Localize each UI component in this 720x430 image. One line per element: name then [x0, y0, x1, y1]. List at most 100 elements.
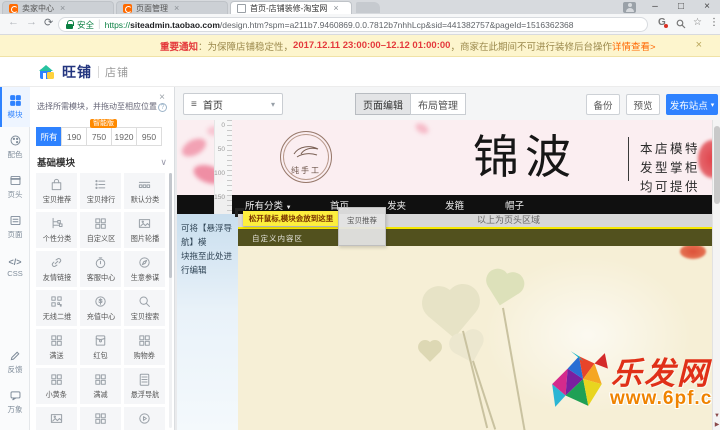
- module-item-14[interactable]: 购物券: [124, 329, 165, 365]
- module-item-8[interactable]: 生意参谋: [124, 251, 165, 287]
- module-item-7[interactable]: 客服中心: [80, 251, 121, 287]
- minimize-button[interactable]: –: [642, 0, 668, 14]
- panel-scrollbar-thumb[interactable]: [169, 173, 172, 278]
- module-item-label: 购物券: [134, 350, 155, 360]
- module-item-1[interactable]: 宝贝排行: [80, 173, 121, 209]
- tab-close-icon[interactable]: ×: [333, 3, 338, 13]
- refresh-icon[interactable]: ⟳: [44, 16, 53, 29]
- grid-icon: [9, 94, 22, 107]
- extension-g-icon[interactable]: G: [658, 17, 666, 28]
- watermark-url: www.6pf.cn: [610, 388, 720, 410]
- module-item-0[interactable]: 宝贝推荐: [36, 173, 77, 209]
- shop-nav-label: 发夹: [387, 201, 406, 212]
- module-item-17[interactable]: 悬浮导航: [124, 368, 165, 404]
- canvas-scrollbar-thumb[interactable]: [714, 126, 720, 204]
- preview-button[interactable]: 预览: [626, 94, 660, 115]
- browser-window: 卖家中心×页面管理×首页-店铺装修-淘宝网× – □ × ← → ⟳ 安全 | …: [0, 0, 720, 430]
- zoom-extension-icon[interactable]: [676, 19, 686, 32]
- sidebar-item-modules[interactable]: 模块: [0, 87, 30, 127]
- sidebar-item-css[interactable]: </>CSS: [0, 247, 30, 287]
- module-item-9[interactable]: 无线二维: [36, 290, 77, 326]
- list-icon: [92, 176, 109, 193]
- pencil-icon: [9, 349, 22, 362]
- compass-icon: [136, 254, 153, 271]
- ruler-label: 50: [213, 146, 225, 153]
- shop-logo-text: 纯手工: [281, 165, 331, 176]
- panel-scrollbar[interactable]: [169, 173, 172, 428]
- url-scheme: https://: [105, 20, 131, 30]
- page-select-dropdown[interactable]: ≡ 首页 ▾: [183, 93, 283, 115]
- dragged-module-ghost[interactable]: 宝贝推荐: [338, 207, 386, 246]
- sidebar-item-colors[interactable]: 配色: [0, 127, 30, 167]
- module-item-11[interactable]: 宝贝搜索: [124, 290, 165, 326]
- size-filter-190[interactable]: 190: [61, 127, 87, 146]
- shop-nav-item-3[interactable]: 发箍: [445, 198, 464, 212]
- module-item-4[interactable]: 自定义区: [80, 212, 121, 248]
- module-item-6[interactable]: 友情链接: [36, 251, 77, 287]
- help-icon[interactable]: ?: [158, 103, 167, 112]
- size-filter-所有[interactable]: 所有: [36, 127, 62, 146]
- tab-layout-manage[interactable]: 布局管理: [410, 93, 466, 115]
- backup-button[interactable]: 备份: [586, 94, 620, 115]
- canvas-scrollbar[interactable]: ▼ ▶: [712, 120, 720, 430]
- module-item-label: 客服中心: [86, 272, 115, 282]
- profile-avatar-icon[interactable]: [623, 2, 636, 13]
- window-close-button[interactable]: ×: [694, 0, 720, 14]
- new-tab-button[interactable]: [356, 2, 380, 13]
- module-item-16[interactable]: 满减: [80, 368, 121, 404]
- grid-icon: [92, 410, 109, 427]
- module-item-12[interactable]: 满送: [36, 329, 77, 365]
- maximize-button[interactable]: □: [668, 0, 694, 14]
- forward-icon[interactable]: →: [26, 16, 37, 28]
- scroll-down-icon[interactable]: ▼: [713, 413, 720, 419]
- module-item-label: 默认分类: [130, 194, 159, 204]
- watermark-title: 乐发网: [611, 348, 710, 393]
- size-filter-750[interactable]: 750: [86, 127, 112, 146]
- module-item-18[interactable]: [36, 407, 77, 430]
- module-item-19[interactable]: [80, 407, 121, 430]
- scroll-right-icon[interactable]: ▶: [713, 421, 720, 428]
- sidebar-item-page[interactable]: 页面: [0, 207, 30, 247]
- browser-tab[interactable]: 卖家中心×: [2, 1, 114, 14]
- module-panel: × 选择所需模块，并拖动至相应位置? 所有1907501920智能版950 基础…: [30, 87, 175, 430]
- tab-close-icon[interactable]: ×: [174, 3, 179, 13]
- back-icon[interactable]: ←: [8, 16, 19, 28]
- tags-icon: [136, 176, 153, 193]
- panel-hint-text: 选择所需模块，并拖动至相应位置: [37, 102, 157, 111]
- module-item-5[interactable]: 图片轮播: [124, 212, 165, 248]
- section-header[interactable]: 基础模块 ∨: [37, 155, 167, 169]
- shop-nav-item-0[interactable]: 所有分类 ▼: [245, 198, 292, 212]
- bookmark-star-icon[interactable]: ☆: [693, 17, 702, 28]
- menu-dots-icon[interactable]: ⋮: [709, 17, 719, 28]
- chevron-down-icon: ▾: [271, 100, 275, 109]
- sidebar-item-pageheader[interactable]: 页头: [0, 167, 30, 207]
- shop-nav-item-2[interactable]: 发夹: [387, 198, 406, 212]
- notice-detail-link[interactable]: 详情查看>: [612, 39, 656, 53]
- size-filter-950[interactable]: 950: [136, 127, 162, 146]
- address-bar[interactable]: 安全 | https://siteadmin.taobao.com/design…: [58, 17, 648, 32]
- module-item-3[interactable]: 个性分类: [36, 212, 77, 248]
- search-icon: [136, 293, 153, 310]
- publish-button[interactable]: 发布站点▾: [666, 94, 718, 115]
- sidebar-item-feedback[interactable]: 反馈: [0, 342, 30, 382]
- shop-banner[interactable]: 纯手工 锦波 本店模特发型掌柜 均可提供教程: [177, 120, 712, 195]
- browser-tab[interactable]: 首页-店铺装修-淘宝网×: [230, 1, 352, 14]
- module-item-10[interactable]: 充值中心: [80, 290, 121, 326]
- custom-content-module-bar[interactable]: 自定义内容区: [230, 229, 712, 246]
- tab-page-edit[interactable]: 页面编辑: [355, 93, 411, 115]
- module-item-15[interactable]: 小黄条: [36, 368, 77, 404]
- grid-icon: [92, 215, 109, 232]
- notice-close-icon[interactable]: ×: [696, 39, 702, 51]
- qr-icon: [48, 293, 65, 310]
- module-item-2[interactable]: 默认分类: [124, 173, 165, 209]
- tab-close-icon[interactable]: ×: [60, 3, 65, 13]
- document-favicon-icon: [237, 4, 246, 13]
- browser-tab[interactable]: 页面管理×: [116, 1, 228, 14]
- size-filter-1920[interactable]: 1920: [111, 127, 137, 146]
- shop-nav-item-4[interactable]: 帽子: [505, 198, 524, 212]
- editor-toolbar: ≡ 首页 ▾ 页面编辑 布局管理 备份 预览 发布站点▾: [175, 87, 720, 120]
- sidebar-item-wanxiang[interactable]: 万象: [0, 382, 30, 422]
- module-item-label: 自定义区: [86, 233, 115, 243]
- module-item-13[interactable]: 红包: [80, 329, 121, 365]
- module-item-20[interactable]: [124, 407, 165, 430]
